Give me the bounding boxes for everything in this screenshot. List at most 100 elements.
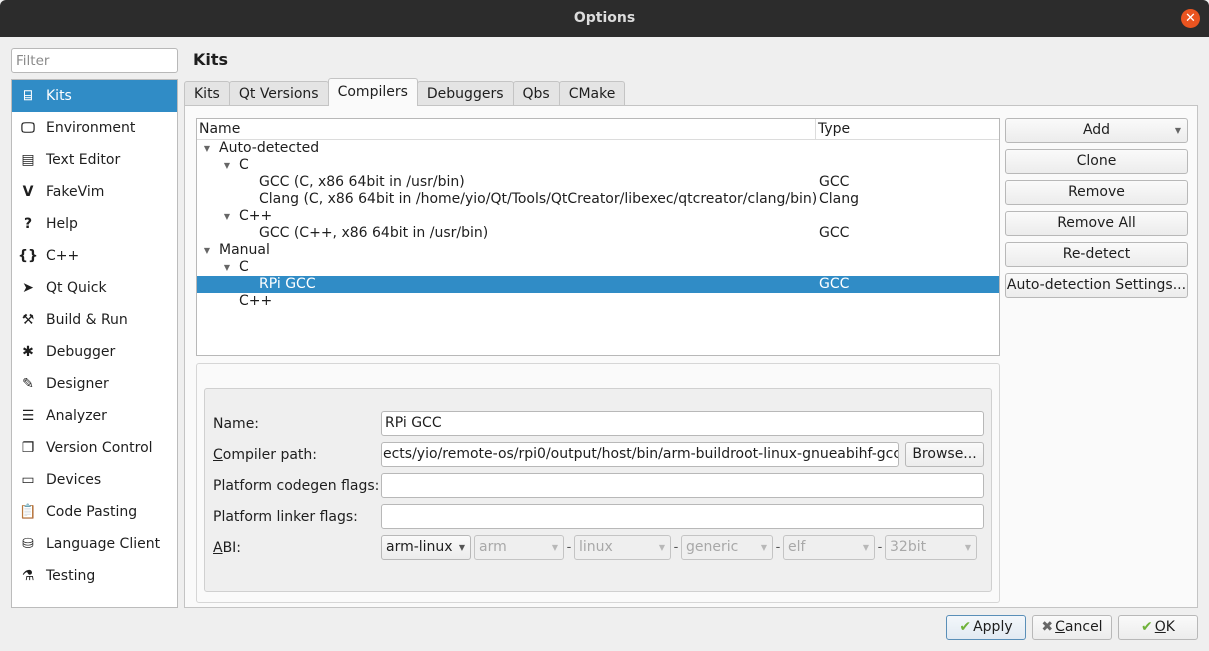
redetect-button[interactable]: Re-detect: [1005, 242, 1188, 267]
sidebar-item-text-editor[interactable]: ▤ Text Editor: [12, 144, 177, 176]
compiler-tree[interactable]: Name Type ▼ Auto-detected ▼ C GCC (C, x86 64…: [196, 118, 1000, 356]
cancel-icon: ✖: [1041, 619, 1054, 635]
tree-row-type: [817, 157, 819, 174]
tree-row[interactable]: ▼ Manual: [197, 242, 999, 259]
tab-kits[interactable]: Kits: [184, 81, 230, 106]
sidebar-item-devices[interactable]: ▭ Devices: [12, 464, 177, 496]
tree-row[interactable]: ▼ C++: [197, 208, 999, 225]
abi-os-select[interactable]: linux ▼: [574, 535, 671, 560]
chevron-down-icon: ▼: [964, 543, 971, 552]
ok-button[interactable]: ✔ OK: [1118, 615, 1198, 640]
sidebar-item-code-pasting[interactable]: 📋 Code Pasting: [12, 496, 177, 528]
expand-arrow-icon[interactable]: ▼: [221, 157, 233, 174]
sidebar-item-kits[interactable]: ⌸ Kits: [12, 80, 177, 112]
sidebar-item-testing[interactable]: ⚗ Testing: [12, 560, 177, 592]
tree-row-name: ▼ Auto-detected: [197, 140, 817, 157]
tab-qt-versions[interactable]: Qt Versions: [228, 81, 329, 106]
auto-detection-settings-button[interactable]: Auto-detection Settings...: [1005, 273, 1188, 298]
abi-architecture-value: arm: [479, 539, 507, 555]
chevron-down-icon: ▼: [1174, 126, 1181, 135]
window-title: Options: [573, 10, 636, 26]
tree-row[interactable]: ▼ Auto-detected: [197, 140, 999, 157]
tab-debuggers[interactable]: Debuggers: [416, 81, 514, 106]
expand-arrow-icon[interactable]: ▼: [201, 242, 213, 259]
label-text: BI:: [222, 539, 242, 556]
sidebar-item-analyzer[interactable]: ☰ Analyzer: [12, 400, 177, 432]
linker-flags-field[interactable]: [381, 504, 984, 529]
tree-row[interactable]: ▼ C: [197, 157, 999, 174]
expand-arrow-icon[interactable]: ▼: [201, 140, 213, 157]
flask-icon: ⚗: [21, 568, 35, 584]
sidebar-item-fakevim[interactable]: V FakeVim: [12, 176, 177, 208]
tree-row[interactable]: GCC (C++, x86 64bit in /usr/bin) GCC: [197, 225, 999, 242]
expand-arrow-icon[interactable]: ▼: [221, 208, 233, 225]
tree-row[interactable]: C++: [197, 293, 999, 310]
sidebar: ⌸ Kits 🖵 Environment ▤ Text Editor V FakeVim? He…: [11, 79, 178, 608]
sidebar-item-c[interactable]: {} C++: [12, 240, 177, 272]
monitor-icon: 🖵: [21, 120, 35, 136]
remove-all-button[interactable]: Remove All: [1005, 211, 1188, 236]
check-icon: ✔: [1141, 619, 1153, 635]
tree-row-label: GCC (C, x86 64bit in /usr/bin): [259, 174, 465, 190]
sidebar-item-debugger[interactable]: ✱ Debugger: [12, 336, 177, 368]
fakevim-icon: V: [22, 184, 34, 200]
filter-input[interactable]: [11, 48, 178, 73]
tab-cmake[interactable]: CMake: [558, 81, 626, 106]
sidebar-item-version-control[interactable]: ❐ Version Control: [12, 432, 177, 464]
tree-row-type: GCC: [819, 276, 850, 292]
abi-architecture-select[interactable]: arm ▼: [474, 535, 564, 560]
tree-row-label: C: [239, 157, 249, 173]
tree-row-type: [817, 208, 819, 225]
chevron-down-icon: ▼: [458, 543, 465, 552]
codegen-flags-label: Platform codegen flags:: [213, 477, 380, 494]
tree-row-label: C++: [239, 208, 273, 224]
devices-icon: ▭: [21, 472, 35, 488]
expand-arrow-icon[interactable]: ▼: [221, 259, 233, 276]
sidebar-item-environment[interactable]: 🖵 Environment: [12, 112, 177, 144]
abi-flavor-select[interactable]: generic ▼: [681, 535, 773, 560]
tree-row[interactable]: ▼ C: [197, 259, 999, 276]
sidebar-item-designer[interactable]: ✎ Designer: [12, 368, 177, 400]
abi-preset-value: arm-linux: [386, 539, 453, 555]
name-field[interactable]: RPi GCC: [381, 411, 984, 436]
tree-row-type: GCC: [819, 225, 850, 241]
help-icon: ?: [23, 216, 33, 232]
mnemonic: A: [213, 539, 223, 556]
pen-icon: ✎: [22, 376, 34, 392]
abi-preset-select[interactable]: arm-linux ▼: [381, 535, 471, 560]
action-buttons: Add ▼ Clone Remove Remove All Re-detect A…: [1005, 118, 1188, 304]
sidebar-item-qt-quick[interactable]: ➤ Qt Quick: [12, 272, 177, 304]
analyzer-icon: ☰: [21, 408, 35, 424]
tree-row[interactable]: RPi GCC GCC: [197, 276, 999, 293]
sidebar-item-help[interactable]: ? Help: [12, 208, 177, 240]
sidebar-item-label: Qt Quick: [46, 280, 107, 296]
tree-row-type: Clang: [819, 191, 860, 207]
tab-qbs[interactable]: Qbs: [512, 81, 560, 106]
tab-compilers[interactable]: Compilers: [327, 78, 418, 106]
tree-row[interactable]: GCC (C, x86 64bit in /usr/bin) GCC: [197, 174, 999, 191]
abi-row: ABI: arm-linux ▼ arm ▼ - linux ▼ - generic ▼…: [213, 535, 977, 560]
apply-label: Apply: [973, 619, 1013, 635]
add-button-label: Add: [1082, 122, 1111, 138]
sidebar-item-language-client[interactable]: ⛁ Language Client: [12, 528, 177, 560]
column-header-name[interactable]: Name: [197, 119, 816, 139]
apply-button[interactable]: ✔ Apply: [946, 615, 1026, 640]
abi-format-select[interactable]: elf ▼: [783, 535, 875, 560]
cancel-button[interactable]: ✖ Cancel: [1032, 615, 1112, 640]
codegen-flags-field[interactable]: [381, 473, 984, 498]
remove-button[interactable]: Remove: [1005, 180, 1188, 205]
sidebar-item-build-run[interactable]: ⚒ Build & Run: [12, 304, 177, 336]
tree-row-type: GCC: [819, 174, 850, 190]
browse-button[interactable]: Browse...: [905, 442, 984, 467]
tree-row[interactable]: Clang (C, x86 64bit in /home/yio/Qt/Tool…: [197, 191, 999, 208]
clone-button[interactable]: Clone: [1005, 149, 1188, 174]
linker-flags-label: Platform linker flags:: [213, 508, 358, 525]
tree-row-label: C++: [239, 293, 273, 309]
close-icon[interactable]: ✕: [1181, 9, 1200, 28]
add-button[interactable]: Add ▼: [1005, 118, 1188, 143]
column-header-type[interactable]: Type: [816, 119, 850, 139]
abi-width-select[interactable]: 32bit ▼: [885, 535, 977, 560]
tree-header: Name Type: [197, 119, 999, 140]
mnemonic: C: [213, 446, 223, 463]
compiler-path-field[interactable]: ects/yio/remote-os/rpi0/output/host/bin/…: [381, 442, 899, 467]
